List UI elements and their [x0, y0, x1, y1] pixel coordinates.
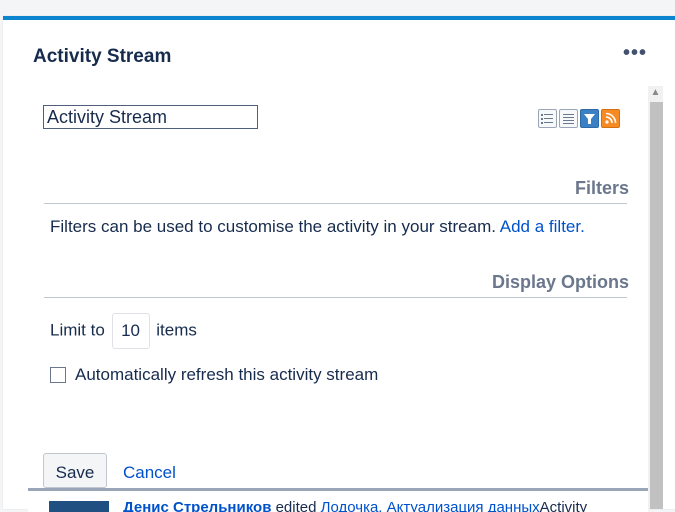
full-view-icon[interactable]: [538, 109, 557, 128]
limit-input[interactable]: 10: [111, 313, 150, 349]
activity-action: edited: [275, 499, 317, 512]
filters-text: Filters can be used to customise the act…: [50, 217, 496, 236]
filters-heading: Filters: [574, 178, 629, 198]
activity-user-link[interactable]: Денис Стрельников: [123, 499, 271, 512]
display-options-heading: Display Options: [491, 272, 629, 292]
activity-page-link[interactable]: Лодочка. Актуализация данных: [321, 499, 540, 512]
gadget-title: Activity Stream: [33, 46, 172, 67]
cancel-link[interactable]: Cancel: [123, 463, 176, 483]
limit-row: Limit to 10 items: [50, 313, 197, 349]
rss-feed-icon[interactable]: [601, 109, 620, 128]
gadget-title-input[interactable]: [43, 105, 258, 129]
filter-view-icon[interactable]: [580, 109, 599, 128]
scrollbar[interactable]: ▲: [648, 86, 663, 509]
activity-tail: Activity: [539, 499, 588, 512]
activity-stream-gadget: Activity Stream ••• ▲ Activity Stream Fi…: [3, 16, 675, 512]
gadget-config-form: Filters Filters can be used to customise…: [28, 88, 648, 488]
activity-entry: Денис Стрельников edited Лодочка. Актуал…: [123, 499, 587, 512]
activity-stream-preview: Денис Стрельников edited Лодочка. Актуал…: [28, 488, 648, 512]
scrollbar-thumb[interactable]: [650, 102, 663, 509]
list-view-icon[interactable]: [559, 109, 578, 128]
scroll-up-arrow-icon[interactable]: ▲: [648, 86, 663, 100]
limit-prefix: Limit to: [50, 320, 105, 340]
auto-refresh-label[interactable]: Automatically refresh this activity stre…: [75, 365, 378, 385]
auto-refresh-checkbox[interactable]: [50, 367, 66, 383]
view-options: [538, 109, 622, 131]
save-button[interactable]: Save: [43, 453, 107, 488]
filters-divider: [44, 203, 627, 204]
filters-description: Filters can be used to customise the act…: [50, 217, 585, 237]
display-options-divider: [44, 297, 627, 298]
avatar: [49, 501, 109, 512]
limit-suffix: items: [156, 320, 197, 340]
add-filter-link[interactable]: Add a filter.: [500, 217, 585, 236]
more-options-icon[interactable]: •••: [623, 43, 647, 63]
